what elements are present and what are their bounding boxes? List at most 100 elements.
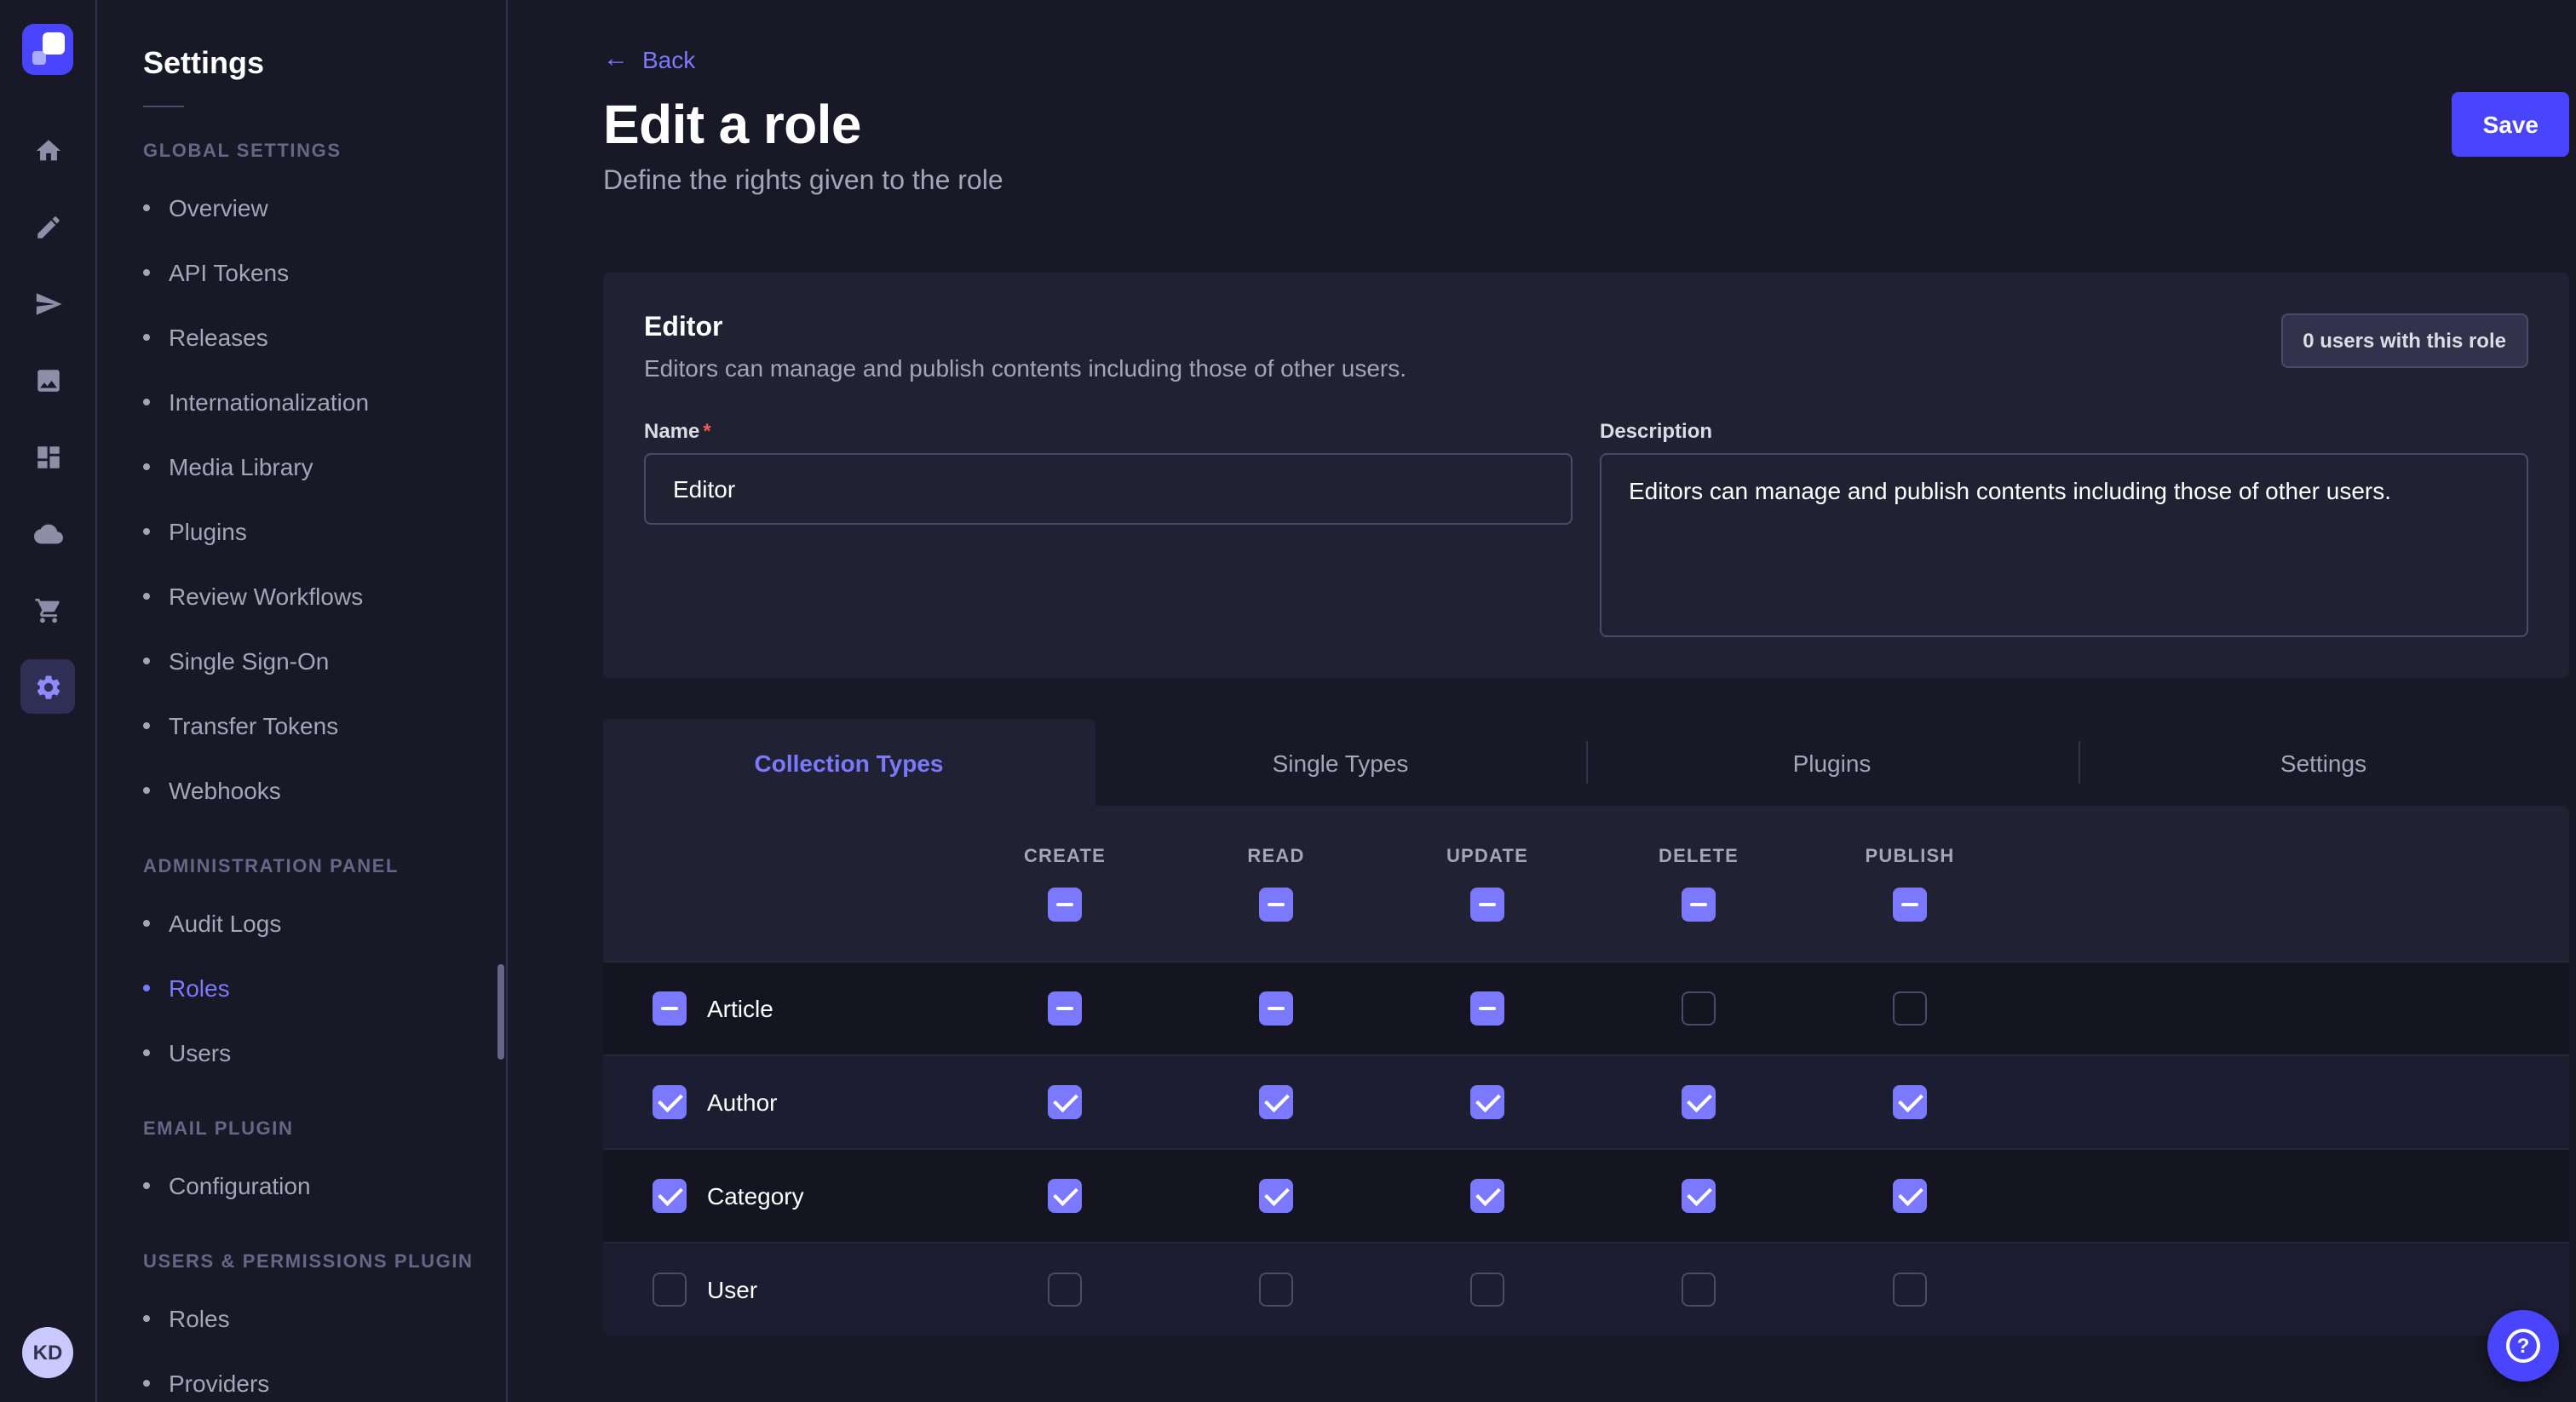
tab-settings[interactable]: Settings: [2078, 719, 2569, 806]
sidebar-item-overview[interactable]: Overview: [143, 175, 482, 240]
back-link[interactable]: ← Back: [603, 44, 695, 73]
user-row-checkbox[interactable]: [653, 1273, 687, 1307]
sidebar-sections: Global SettingsOverviewAPI TokensRelease…: [143, 141, 482, 1402]
media-icon[interactable]: [20, 353, 75, 407]
category-update-checkbox[interactable]: [1470, 1179, 1504, 1213]
back-arrow-icon: ←: [603, 44, 629, 73]
article-create-checkbox[interactable]: [1048, 991, 1082, 1026]
users-with-role-badge[interactable]: 0 users with this role: [2280, 313, 2528, 368]
sidebar-item-audit-logs[interactable]: Audit Logs: [143, 891, 482, 956]
sidebar-item-users[interactable]: Users: [143, 1020, 482, 1085]
user-read-checkbox[interactable]: [1259, 1273, 1293, 1307]
article-row-checkbox[interactable]: [653, 991, 687, 1026]
user-avatar[interactable]: KD: [22, 1327, 73, 1378]
layout-icon[interactable]: [20, 429, 75, 484]
sidebar-section-list: Audit LogsRolesUsers: [143, 891, 482, 1085]
sidebar-item-releases[interactable]: Releases: [143, 305, 482, 370]
sidebar-item-label: Internationalization: [169, 387, 369, 417]
author-publish-checkbox[interactable]: [1893, 1085, 1927, 1119]
tab-single-types[interactable]: Single Types: [1095, 719, 1586, 806]
select-all-create-checkbox[interactable]: [1048, 887, 1082, 921]
category-row-checkbox[interactable]: [653, 1179, 687, 1213]
category-delete-checkbox[interactable]: [1682, 1179, 1716, 1213]
article-update-checkbox[interactable]: [1470, 991, 1504, 1026]
perm-cell: [1382, 1085, 1593, 1119]
select-all-update-checkbox[interactable]: [1470, 887, 1504, 921]
sidebar-item-transfer-tokens[interactable]: Transfer Tokens: [143, 693, 482, 758]
select-all-read-checkbox[interactable]: [1259, 887, 1293, 921]
sidebar-item-single-sign-on[interactable]: Single Sign-On: [143, 629, 482, 693]
category-publish-checkbox[interactable]: [1893, 1179, 1927, 1213]
permissions-table: CreateReadUpdateDeletePublish ArticleAut…: [603, 806, 2569, 1336]
question-icon: ?: [2506, 1329, 2540, 1363]
sidebar-item-roles[interactable]: Roles: [143, 1286, 482, 1351]
sidebar-item-providers[interactable]: Providers: [143, 1351, 482, 1402]
category-read-checkbox[interactable]: [1259, 1179, 1293, 1213]
user-publish-checkbox[interactable]: [1893, 1273, 1927, 1307]
article-read-checkbox[interactable]: [1259, 991, 1293, 1026]
user-create-checkbox[interactable]: [1048, 1273, 1082, 1307]
perm-cell: [1593, 991, 1804, 1026]
author-update-checkbox[interactable]: [1470, 1085, 1504, 1119]
perm-cell: [1382, 1179, 1593, 1213]
sidebar-item-configuration[interactable]: Configuration: [143, 1153, 482, 1218]
role-description-input[interactable]: Editors can manage and publish contents …: [1600, 453, 2528, 637]
bullet-icon: [143, 1182, 150, 1189]
user-delete-checkbox[interactable]: [1682, 1273, 1716, 1307]
permissions-rows: ArticleAuthorCategoryUser: [603, 961, 2569, 1336]
home-icon[interactable]: [20, 123, 75, 177]
cart-icon[interactable]: [20, 583, 75, 637]
sidebar-section-label: Users & Permissions Plugin: [143, 1252, 482, 1273]
cloud-icon[interactable]: [20, 506, 75, 560]
sidebar-item-label: API Tokens: [169, 257, 289, 288]
strapi-logo[interactable]: [22, 24, 73, 75]
perm-column-label: Delete: [1659, 846, 1739, 866]
bullet-icon: [143, 334, 150, 341]
sidebar-section-list: Configuration: [143, 1153, 482, 1218]
sidebar-item-roles[interactable]: Roles: [143, 956, 482, 1020]
page-header: Edit a role Save: [603, 92, 2569, 157]
select-all-publish-checkbox[interactable]: [1893, 887, 1927, 921]
author-row-checkbox[interactable]: [653, 1085, 687, 1119]
author-create-checkbox[interactable]: [1048, 1085, 1082, 1119]
sidebar-item-plugins[interactable]: Plugins: [143, 499, 482, 564]
perm-cell: [959, 1273, 1170, 1307]
tab-plugins[interactable]: Plugins: [1586, 719, 2078, 806]
author-delete-checkbox[interactable]: [1682, 1085, 1716, 1119]
perm-cell: [1804, 1085, 2015, 1119]
select-all-delete-checkbox[interactable]: [1682, 887, 1716, 921]
tab-collection-types[interactable]: Collection Types: [603, 719, 1095, 806]
sidebar-item-media-library[interactable]: Media Library: [143, 434, 482, 499]
description-field: Description Editors can manage and publi…: [1600, 419, 2528, 637]
article-delete-checkbox[interactable]: [1682, 991, 1716, 1026]
category-create-checkbox[interactable]: [1048, 1179, 1082, 1213]
sidebar-item-internationalization[interactable]: Internationalization: [143, 370, 482, 434]
save-button[interactable]: Save: [2452, 92, 2569, 157]
role-form: Name* Description Editors can manage and…: [644, 419, 2528, 637]
sidebar-item-review-workflows[interactable]: Review Workflows: [143, 564, 482, 629]
sidebar-item-webhooks[interactable]: Webhooks: [143, 758, 482, 823]
sidebar-item-label: Providers: [169, 1368, 269, 1399]
help-button[interactable]: ?: [2487, 1310, 2559, 1382]
bullet-icon: [143, 463, 150, 470]
sidebar-item-label: Plugins: [169, 516, 247, 547]
sidebar-scrollbar-thumb[interactable]: [497, 964, 504, 1060]
bullet-icon: [143, 1315, 150, 1322]
pen-icon[interactable]: [20, 199, 75, 254]
user-update-checkbox[interactable]: [1470, 1273, 1504, 1307]
perm-cell: [959, 1085, 1170, 1119]
article-publish-checkbox[interactable]: [1893, 991, 1927, 1026]
perm-column-create: Create: [959, 806, 1170, 961]
paper-plane-icon[interactable]: [20, 276, 75, 330]
perm-cell: [1170, 991, 1382, 1026]
gear-icon[interactable]: [20, 659, 75, 714]
author-read-checkbox[interactable]: [1259, 1085, 1293, 1119]
perm-cell: [1170, 1179, 1382, 1213]
bullet-icon: [143, 1380, 150, 1387]
perm-cell: [1593, 1179, 1804, 1213]
role-name-input[interactable]: [644, 453, 1573, 525]
bullet-icon: [143, 722, 150, 729]
perm-column-update: Update: [1382, 806, 1593, 961]
perm-cell: [959, 991, 1170, 1026]
sidebar-item-api-tokens[interactable]: API Tokens: [143, 240, 482, 305]
